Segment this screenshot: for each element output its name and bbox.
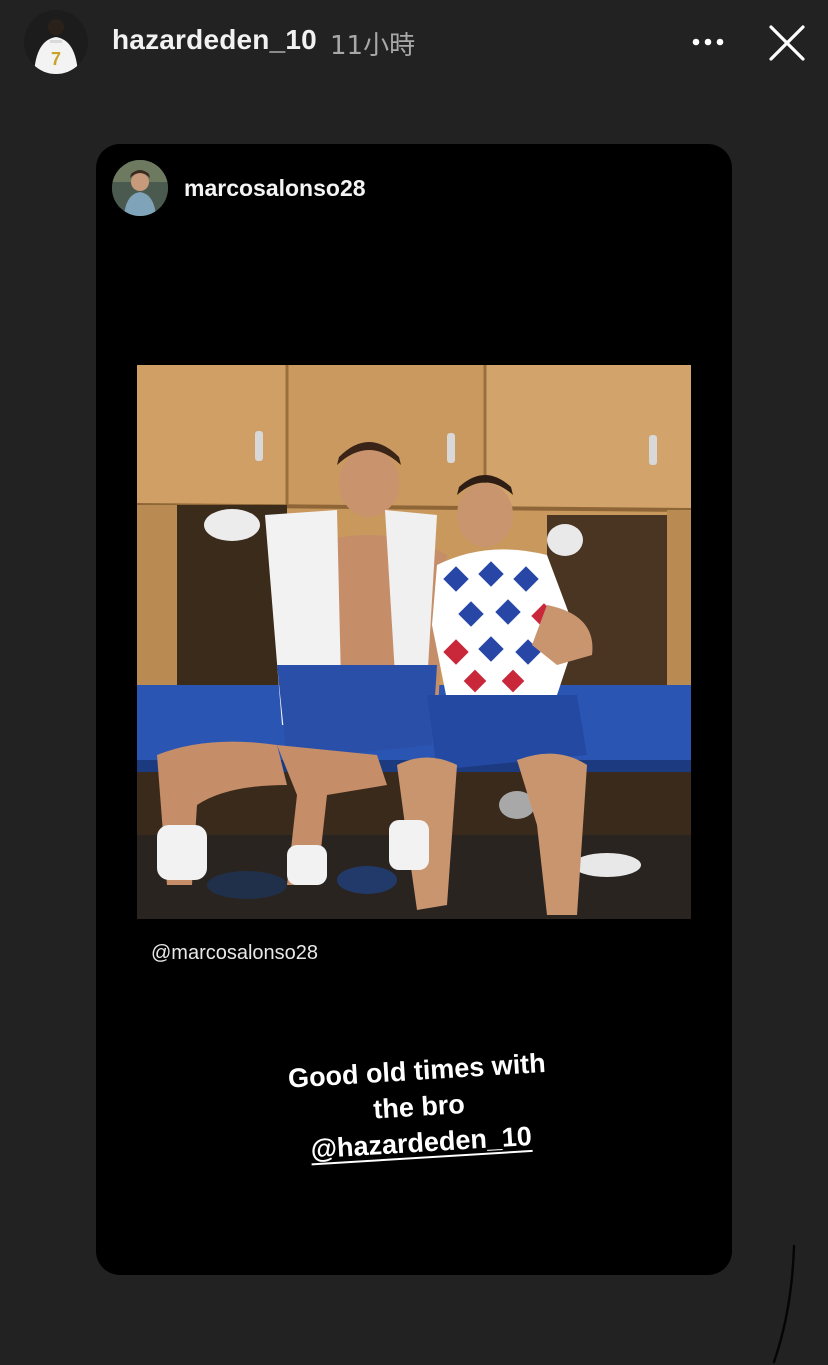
photo-credit-mention[interactable]: @marcosalonso28 [151, 942, 318, 965]
shared-post-avatar-image [112, 160, 168, 216]
shared-post-photo[interactable] [137, 365, 691, 919]
shared-post-header: marcosalonso28 [112, 160, 712, 218]
author-username[interactable]: hazardeden_10 [112, 24, 317, 56]
shared-post-author[interactable]: marcosalonso28 [184, 175, 366, 202]
locker-room-photo [137, 365, 691, 919]
more-horizontal-icon [692, 38, 724, 46]
story-caption: Good old times with the bro @hazardeden_… [266, 1044, 572, 1170]
close-button[interactable] [764, 20, 810, 66]
more-options-button[interactable] [686, 22, 730, 62]
story-timestamp: 11小時 [330, 31, 416, 61]
author-avatar-image: 7 [24, 10, 88, 74]
shared-post-author-avatar[interactable] [112, 160, 168, 216]
story-header: 7 hazardeden_10 11小時 [0, 0, 828, 90]
shared-post-card[interactable]: marcosalonso28 @marcosalonso28 Good old … [96, 144, 732, 1275]
author-avatar[interactable]: 7 [24, 10, 88, 74]
svg-text:7: 7 [51, 49, 61, 69]
stray-stroke-mark [772, 1244, 796, 1364]
close-icon [769, 25, 805, 61]
